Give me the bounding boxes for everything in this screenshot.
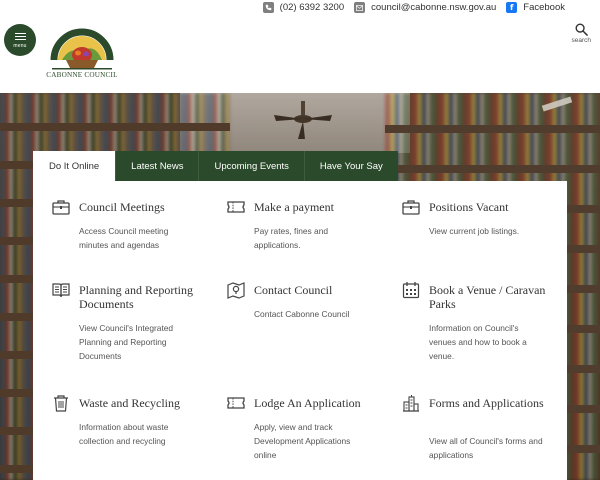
service-description: View current job listings.: [429, 226, 520, 236]
calendar-icon: [402, 282, 420, 299]
service-planning-reporting[interactable]: Planning and Reporting Documents View Co…: [52, 281, 227, 394]
service-description: Access Council meeting minutes and agend…: [79, 226, 169, 250]
service-title: Council Meetings: [79, 200, 165, 214]
facebook-label: Facebook: [523, 2, 565, 13]
service-make-a-payment[interactable]: Make a payment Pay rates, fines and appl…: [227, 198, 402, 281]
tab-upcoming-events[interactable]: Upcoming Events: [198, 151, 304, 181]
phone-number: (02) 6392 3200: [279, 2, 345, 13]
service-book-a-venue[interactable]: Book a Venue / Caravan Parks Information…: [402, 281, 577, 394]
services-grid: Council Meetings Access Council meeting …: [52, 198, 577, 480]
trash-icon: [54, 395, 68, 412]
service-description: Information on Council's venues and how …: [429, 323, 527, 361]
service-contact-council[interactable]: Contact Council Contact Cabonne Council: [227, 281, 402, 394]
service-forms-applications[interactable]: Forms and Applications View all of Counc…: [402, 394, 577, 480]
menu-label: menu: [13, 43, 27, 50]
ticket-icon: [227, 201, 245, 213]
service-description: Information about waste collection and r…: [79, 422, 169, 446]
service-description: Pay rates, fines and applications.: [254, 226, 329, 250]
service-title: Contact Council: [254, 283, 333, 297]
tab-bar: Do It Online Latest News Upcoming Events…: [33, 151, 398, 181]
logo-name: CABONNE COUNCIL: [46, 71, 118, 79]
contact-bar: (02) 6392 3200 council@cabonne.nsw.gov.a…: [253, 0, 600, 15]
service-description: View Council's Integrated Planning and R…: [79, 323, 174, 361]
open-book-icon: [52, 283, 70, 298]
map-pin-icon: [227, 282, 245, 299]
tab-have-your-say[interactable]: Have Your Say: [303, 151, 398, 181]
tab-latest-news[interactable]: Latest News: [115, 151, 199, 181]
tab-do-it-online[interactable]: Do It Online: [33, 151, 116, 181]
hamburger-icon: [14, 31, 26, 42]
briefcase-icon: [52, 200, 70, 215]
facebook-link[interactable]: f Facebook: [506, 2, 565, 13]
service-waste-recycling[interactable]: Waste and Recycling Information about wa…: [52, 394, 227, 480]
service-title: Make a payment: [254, 200, 334, 214]
service-title: Forms and Applications: [429, 396, 544, 410]
service-description: Apply, view and track Development Applic…: [254, 422, 351, 460]
service-positions-vacant[interactable]: Positions Vacant View current job listin…: [402, 198, 577, 281]
service-title: Lodge An Application: [254, 396, 361, 410]
service-title: Positions Vacant: [429, 200, 509, 214]
logo-emblem: [50, 28, 114, 70]
search-icon: [575, 23, 588, 36]
search-button[interactable]: search: [571, 23, 591, 44]
email-address: council@cabonne.nsw.gov.au: [371, 2, 497, 13]
service-description: View all of Council's forms and applicat…: [429, 436, 543, 460]
email-icon: [354, 2, 366, 13]
briefcase-icon: [402, 200, 420, 215]
service-title: Waste and Recycling: [79, 396, 180, 410]
service-title: Book a Venue / Caravan Parks: [429, 283, 546, 311]
phone-icon: [262, 2, 274, 13]
service-title: Planning and Reporting Documents: [79, 283, 193, 311]
services-panel: Council Meetings Access Council meeting …: [33, 181, 567, 480]
email-link[interactable]: council@cabonne.nsw.gov.au: [354, 2, 496, 13]
council-logo[interactable]: CABONNE COUNCIL: [44, 22, 120, 80]
service-council-meetings[interactable]: Council Meetings Access Council meeting …: [52, 198, 227, 281]
facebook-icon: f: [506, 2, 518, 13]
ticket-icon: [227, 397, 245, 409]
service-description: Contact Cabonne Council: [254, 309, 350, 319]
search-label: search: [571, 37, 591, 44]
service-lodge-application[interactable]: Lodge An Application Apply, view and tra…: [227, 394, 402, 480]
menu-button[interactable]: menu: [4, 24, 36, 56]
buildings-icon: [403, 395, 419, 412]
phone-link[interactable]: (02) 6392 3200: [262, 2, 345, 13]
